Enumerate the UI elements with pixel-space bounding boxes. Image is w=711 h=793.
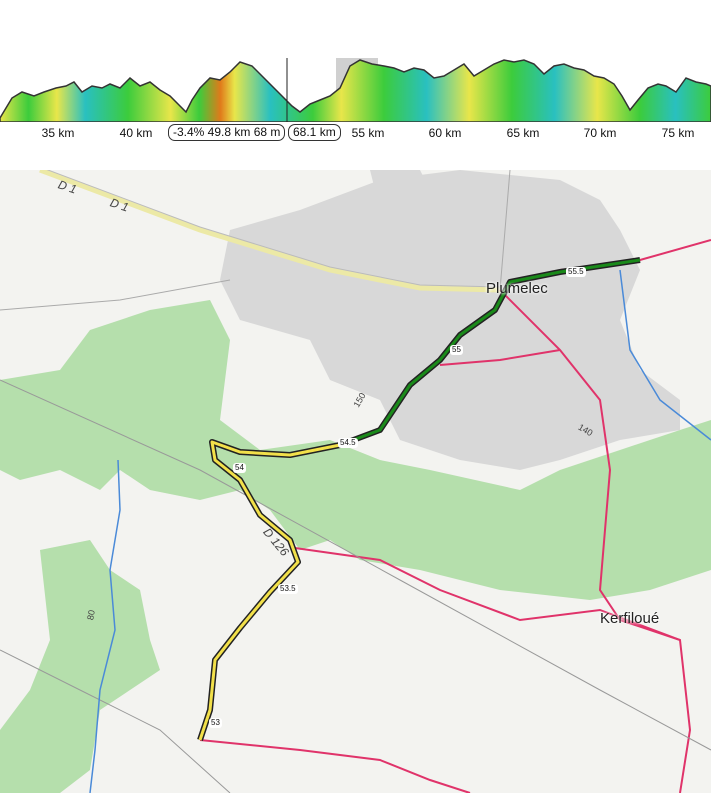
panel-divider xyxy=(0,150,711,170)
elevation-chart[interactable] xyxy=(0,0,711,122)
map-canvas[interactable] xyxy=(0,170,711,793)
route-marker-54: 54 xyxy=(233,463,246,473)
cursor-distance: 68.1 km xyxy=(288,124,341,141)
km-tick-75: 75 km xyxy=(661,126,695,140)
town-kerfiloue[interactable]: Kerfiloué xyxy=(600,610,659,627)
route-marker-54-5: 54.5 xyxy=(338,438,358,448)
elevation-profile[interactable]: 35 km 40 km -3.4% 49.8 km 68 m 68.1 km 5… xyxy=(0,0,711,150)
road-red-4 xyxy=(199,739,471,793)
route-marker-53-5: 53.5 xyxy=(278,584,298,594)
urban-area xyxy=(220,170,680,470)
km-tick-60: 60 km xyxy=(428,126,462,140)
km-tick-40: 40 km xyxy=(119,126,153,140)
route-marker-55-5: 55.5 xyxy=(566,267,586,277)
forest-area-2 xyxy=(0,540,160,793)
elevation-area xyxy=(0,59,711,122)
km-tick-65: 65 km xyxy=(506,126,540,140)
km-tick-55: 55 km xyxy=(351,126,385,140)
km-tick-35: 35 km xyxy=(41,126,75,140)
route-marker-53: 53 xyxy=(209,718,222,728)
cursor-readout: -3.4% 49.8 km 68 m xyxy=(168,124,286,141)
km-tick-70: 70 km xyxy=(583,126,617,140)
contour-label-80: 80 xyxy=(85,609,97,621)
route-marker-55: 55 xyxy=(450,345,463,355)
town-plumelec[interactable]: Plumelec xyxy=(486,280,548,297)
map-view[interactable]: Plumelec Kerfiloué D 1 D 1 D 126 150 140… xyxy=(0,170,711,793)
